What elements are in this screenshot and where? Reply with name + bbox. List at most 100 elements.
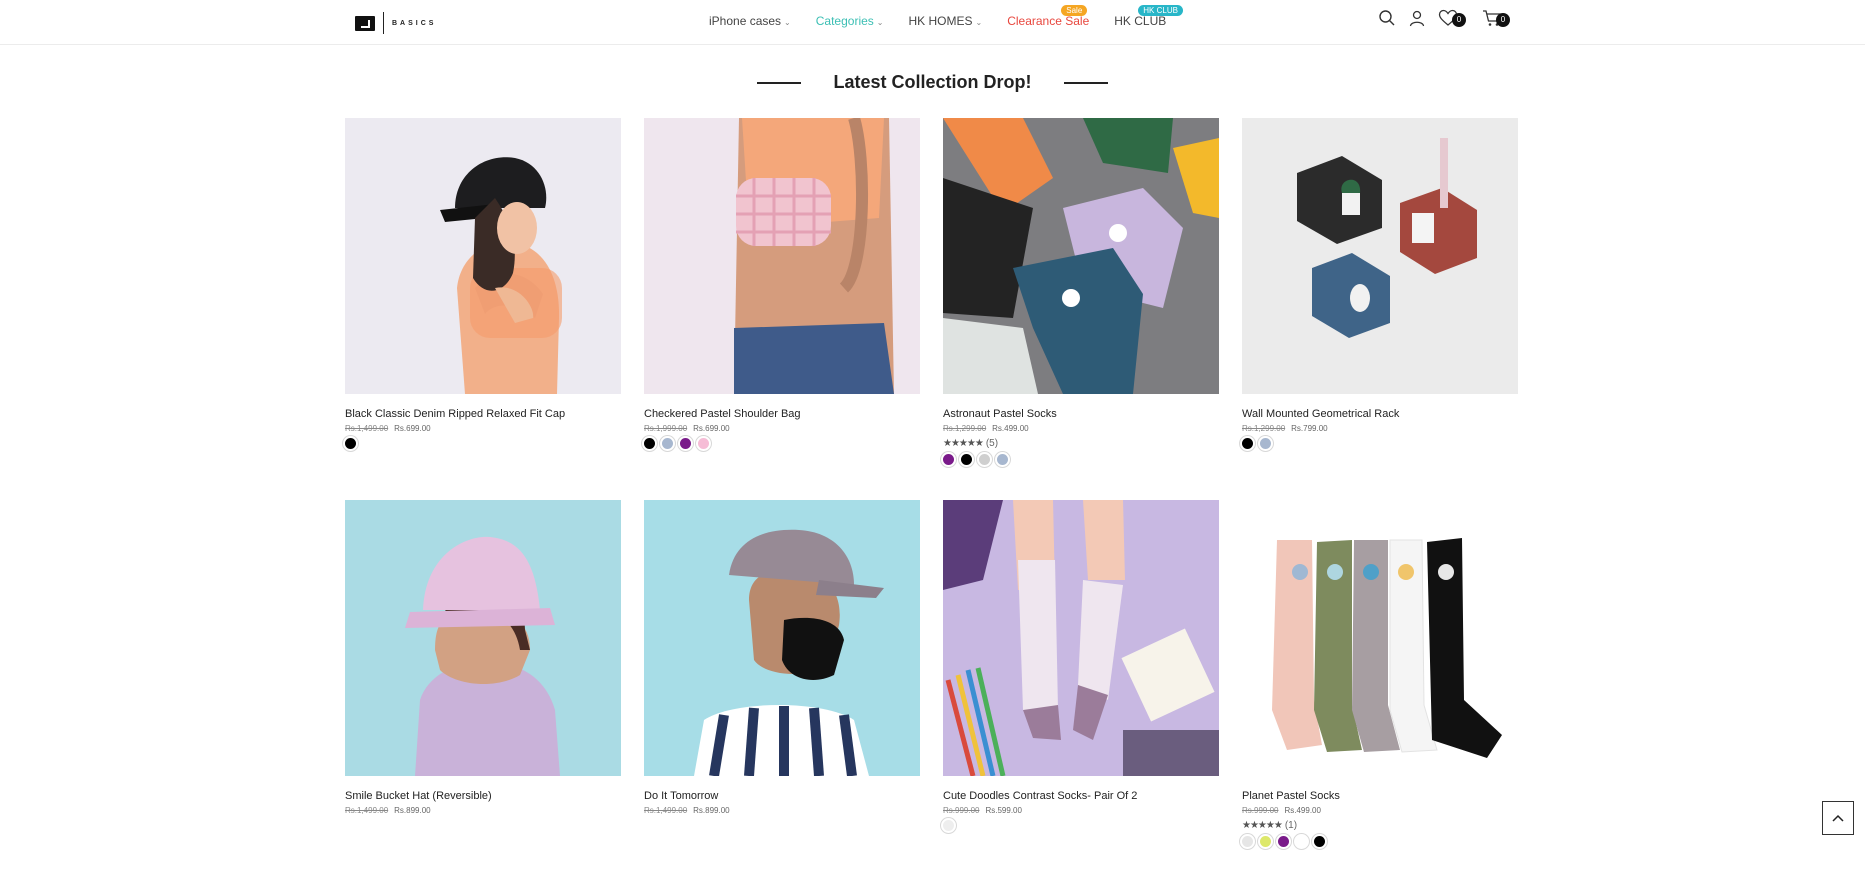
product-image[interactable] — [1242, 118, 1518, 394]
title-divider-left — [757, 81, 802, 84]
product-name[interactable]: Black Classic Denim Ripped Relaxed Fit C… — [345, 408, 621, 422]
color-swatch[interactable] — [1278, 836, 1289, 847]
product-image[interactable] — [1242, 500, 1518, 776]
product-card[interactable]: Do It Tomorrow Rs.1,499.00 Rs.899.00 — [644, 500, 920, 860]
club-badge: HK CLUB — [1138, 5, 1183, 16]
back-to-top-button[interactable] — [1822, 801, 1854, 835]
color-swatch[interactable] — [961, 454, 972, 465]
search-button[interactable] — [1378, 9, 1396, 27]
nav-iphone-cases[interactable]: iPhone cases ⌄ — [709, 14, 791, 28]
original-price: Rs.1,299.00 — [1242, 424, 1286, 433]
logo-text: BASICS — [392, 19, 437, 27]
color-swatch[interactable] — [979, 454, 990, 465]
product-image[interactable] — [644, 118, 920, 394]
sale-price: Rs.699.00 — [693, 424, 730, 433]
star-rating-icon: ★★★★★ — [1242, 820, 1283, 831]
product-card[interactable]: Smile Bucket Hat (Reversible) Rs.1,499.0… — [345, 500, 621, 860]
color-swatch[interactable] — [698, 438, 709, 449]
color-swatches — [1242, 438, 1518, 449]
nav-label: HK HOMES — [908, 14, 973, 28]
section-heading: Latest Collection Drop! — [0, 72, 1865, 93]
sale-price: Rs.899.00 — [693, 806, 730, 815]
original-price: Rs.1,499.00 — [644, 806, 688, 815]
color-swatch[interactable] — [997, 454, 1008, 465]
nav-hk-club[interactable]: HK CLUB HK CLUB — [1114, 5, 1183, 28]
review-count[interactable]: (5) — [986, 438, 998, 449]
original-price: Rs.1,499.00 — [345, 424, 389, 433]
color-swatch[interactable] — [1296, 836, 1307, 847]
chevron-down-icon: ⌄ — [975, 18, 983, 27]
product-rating: ★★★★★ (5) — [943, 438, 1219, 449]
product-name[interactable]: Do It Tomorrow — [644, 790, 920, 804]
cart-button[interactable]: 0 — [1482, 9, 1510, 27]
nav-categories[interactable]: Categories ⌄ — [816, 14, 884, 28]
color-swatch[interactable] — [1260, 836, 1271, 847]
color-swatch[interactable] — [1314, 836, 1325, 847]
color-swatch[interactable] — [345, 438, 356, 449]
color-swatch[interactable] — [644, 438, 655, 449]
product-prices: Rs.1,299.00 Rs.499.00 — [943, 424, 1219, 433]
site-header: BASICS iPhone cases ⌄ Categories ⌄ HK HOME… — [0, 0, 1865, 45]
color-swatch[interactable] — [680, 438, 691, 449]
review-count[interactable]: (1) — [1285, 820, 1297, 831]
product-image[interactable] — [943, 118, 1219, 394]
original-price: Rs.999.00 — [1242, 806, 1279, 815]
original-price: Rs.1,999.00 — [644, 424, 688, 433]
wishlist-count: 0 — [1452, 13, 1466, 27]
product-card[interactable]: Astronaut Pastel Socks Rs.1,299.00 Rs.499… — [943, 118, 1219, 500]
product-image[interactable] — [943, 500, 1219, 776]
sale-price: Rs.499.00 — [1284, 806, 1321, 815]
color-swatch[interactable] — [662, 438, 673, 449]
color-swatches — [1242, 836, 1518, 847]
product-name[interactable]: Wall Mounted Geometrical Rack — [1242, 408, 1518, 422]
color-swatches — [943, 454, 1219, 465]
search-icon — [1379, 10, 1395, 26]
title-divider-right — [1063, 81, 1108, 84]
product-name[interactable]: Smile Bucket Hat (Reversible) — [345, 790, 621, 804]
product-prices: Rs.999.00 Rs.599.00 — [943, 806, 1219, 815]
color-swatch[interactable] — [1260, 438, 1271, 449]
original-price: Rs.1,299.00 — [943, 424, 987, 433]
main-nav: iPhone cases ⌄ Categories ⌄ HK HOMES ⌄ Clea… — [709, 5, 1191, 28]
product-card[interactable]: Wall Mounted Geometrical Rack Rs.1,299.0… — [1242, 118, 1518, 500]
site-logo[interactable]: BASICS — [355, 12, 436, 34]
original-price: Rs.1,499.00 — [345, 806, 389, 815]
nav-clearance-sale[interactable]: Clearance Sale Sale — [1007, 5, 1089, 28]
product-name[interactable]: Checkered Pastel Shoulder Bag — [644, 408, 920, 422]
product-image[interactable] — [345, 500, 621, 776]
product-prices: Rs.1,499.00 Rs.699.00 — [345, 424, 621, 433]
nav-label: Categories — [815, 14, 874, 28]
product-card[interactable]: Checkered Pastel Shoulder Bag Rs.1,999.0… — [644, 118, 920, 500]
product-card[interactable]: Cute Doodles Contrast Socks- Pair Of 2 R… — [943, 500, 1219, 860]
user-icon — [1409, 10, 1425, 27]
product-image[interactable] — [644, 500, 920, 776]
product-name[interactable]: Planet Pastel Socks — [1242, 790, 1518, 804]
color-swatch[interactable] — [1242, 836, 1253, 847]
product-image[interactable] — [345, 118, 621, 394]
account-button[interactable] — [1408, 9, 1426, 27]
color-swatches — [345, 438, 621, 449]
product-card[interactable]: Black Classic Denim Ripped Relaxed Fit C… — [345, 118, 621, 500]
nav-label: iPhone cases — [709, 14, 782, 28]
sale-price: Rs.499.00 — [992, 424, 1029, 433]
logo-mark-icon — [355, 15, 375, 31]
color-swatch[interactable] — [1242, 438, 1253, 449]
nav-label: HK CLUB — [1114, 14, 1167, 28]
product-prices: Rs.1,299.00 Rs.799.00 — [1242, 424, 1518, 433]
chevron-down-icon: ⌄ — [876, 18, 884, 27]
chevron-up-icon — [1832, 814, 1844, 822]
sale-badge: Sale — [1061, 5, 1088, 16]
product-name[interactable]: Astronaut Pastel Socks — [943, 408, 1219, 422]
sale-price: Rs.799.00 — [1291, 424, 1328, 433]
color-swatches — [644, 438, 920, 449]
color-swatch[interactable] — [943, 820, 954, 831]
product-name[interactable]: Cute Doodles Contrast Socks- Pair Of 2 — [943, 790, 1219, 804]
product-card[interactable]: Planet Pastel Socks Rs.999.00 Rs.499.00 ★… — [1242, 500, 1518, 860]
product-prices: Rs.999.00 Rs.499.00 — [1242, 806, 1518, 815]
star-rating-icon: ★★★★★ — [943, 438, 984, 449]
original-price: Rs.999.00 — [943, 806, 980, 815]
wishlist-button[interactable]: 0 — [1438, 9, 1466, 27]
color-swatch[interactable] — [943, 454, 954, 465]
nav-hk-homes[interactable]: HK HOMES ⌄ — [908, 14, 982, 28]
product-prices: Rs.1,499.00 Rs.899.00 — [345, 806, 621, 815]
